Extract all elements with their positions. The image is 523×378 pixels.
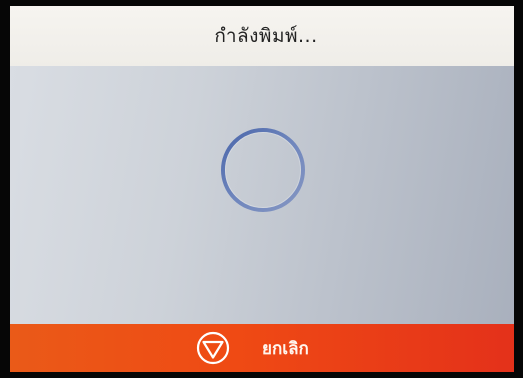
spinner-ring-icon	[221, 128, 305, 212]
page-title: กำลังพิมพ์...	[214, 25, 318, 47]
cancel-label: ยกเลิก	[262, 338, 309, 359]
progress-area	[10, 66, 514, 324]
device-bezel: กำลังพิมพ์... ยกเลิก	[0, 0, 523, 378]
title-bar: กำลังพิมพ์...	[10, 6, 514, 66]
stop-icon	[196, 331, 230, 365]
action-bar: ยกเลิก	[10, 324, 514, 372]
cancel-button[interactable]: ยกเลิก	[196, 330, 346, 366]
printer-display: กำลังพิมพ์... ยกเลิก	[10, 6, 514, 372]
